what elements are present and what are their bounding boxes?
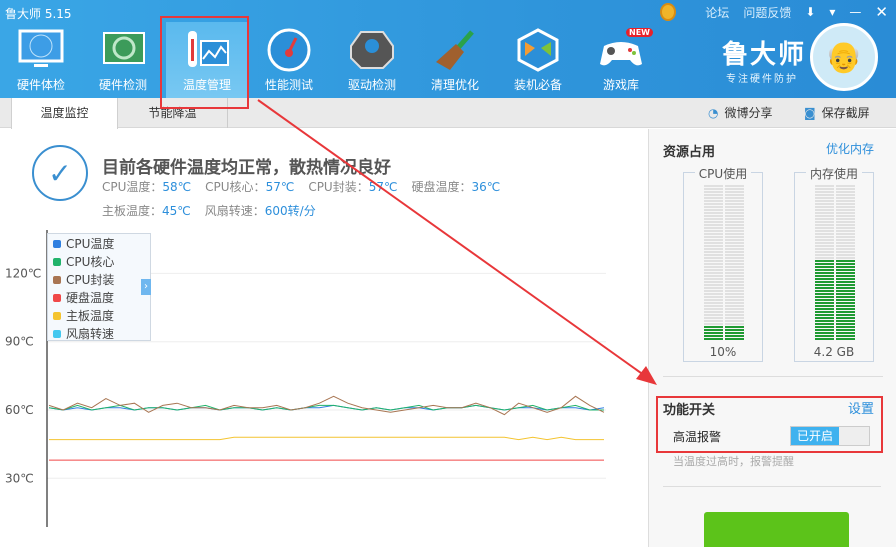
nav-driver[interactable]: 驱动检测	[331, 22, 413, 98]
nav-game-library[interactable]: NEW 游戏库	[580, 22, 662, 98]
gamepad-icon: NEW	[597, 28, 653, 72]
app-title: 鲁大师 5.15	[5, 7, 72, 21]
brand-name: 鲁大师	[722, 40, 807, 70]
weibo-icon: ◔	[708, 105, 719, 120]
nav-hardware-checkup[interactable]: 硬件体检	[0, 22, 82, 98]
legend-item[interactable]: CPU温度	[53, 236, 150, 254]
nav-label: 性能测试	[264, 78, 313, 92]
resources-title: 资源占用	[663, 145, 716, 160]
weibo-share-button[interactable]: ◔ 微博分享	[708, 104, 773, 121]
legend-item[interactable]: 硬盘温度	[53, 290, 150, 308]
cube-icon	[514, 28, 562, 72]
stat-cpu-temp: CPU温度：58℃	[102, 180, 192, 194]
camera-icon: ◙	[804, 105, 816, 120]
alarm-hint: 当温度过高时，报警提醒	[673, 455, 794, 468]
legend-swatch	[53, 294, 61, 302]
feedback-link[interactable]: 问题反馈	[743, 4, 791, 21]
legend-item[interactable]: 风扇转速	[53, 326, 150, 344]
stats-row-2: 主板温度：45℃ 风扇转速：600转/分	[102, 202, 316, 219]
brand-slogan: 专注硬件防护	[726, 74, 798, 85]
memory-usage-label: 内存使用	[805, 167, 862, 181]
stats-row-1: CPU温度：58℃ CPU核心：57℃ CPU封装：57℃ 硬盘温度：36℃	[102, 178, 500, 195]
cpu-usage-fill	[704, 324, 744, 340]
cpu-usage-meter: CPU使用 10%	[683, 167, 763, 362]
stat-fan-speed: 风扇转速：600转/分	[204, 204, 316, 218]
legend-swatch	[53, 258, 61, 266]
speedometer-icon	[265, 28, 313, 72]
legend-swatch	[53, 330, 61, 338]
stat-cpu-core: CPU核心：57℃	[205, 180, 295, 194]
graphics-card-icon	[99, 28, 147, 72]
broom-icon	[431, 28, 479, 72]
new-badge: NEW	[626, 28, 653, 37]
stat-board-temp: 主板温度：45℃	[102, 204, 191, 218]
chart-legend: CPU温度 CPU核心 CPU封装硬盘温度主板温度风扇转速	[47, 233, 151, 341]
divider	[663, 486, 881, 487]
title-bar: 鲁大师 5.15 论坛 问题反馈 ⬇ ▾ — ✕ 硬件体检 硬件检测 温度管理 …	[0, 0, 896, 98]
nav-label: 硬件检测	[98, 78, 147, 92]
nav-performance[interactable]: 性能测试	[248, 22, 330, 98]
series-line	[49, 436, 604, 441]
nav-essentials[interactable]: 装机必备	[497, 22, 579, 98]
highlight-box-alarm	[656, 396, 883, 453]
avatar[interactable]: 👴	[810, 23, 878, 91]
nav-cleanup[interactable]: 清理优化	[414, 22, 496, 98]
legend-collapse-button[interactable]: ›	[141, 279, 151, 295]
stat-disk-temp: 硬盘温度：36℃	[411, 180, 501, 194]
legend-swatch	[53, 240, 61, 248]
legend-label: 主板温度	[66, 309, 115, 323]
nav-label: 驱动检测	[347, 78, 396, 92]
cpu-usage-label: CPU使用	[694, 167, 752, 181]
y-tick-label: 30℃	[5, 471, 34, 485]
memory-usage-value: 4.2 GB	[813, 345, 855, 359]
legend-swatch	[53, 276, 61, 284]
weibo-share-label: 微博分享	[724, 106, 773, 120]
legend-label: CPU温度	[66, 237, 115, 251]
nav-label: 硬件体检	[16, 78, 65, 92]
memory-usage-fill	[815, 259, 855, 340]
green-action-button[interactable]	[704, 512, 849, 547]
side-panel: 资源占用 优化内存 CPU使用 10% 内存使用 4.2 GB 功能开关 设置 高温…	[648, 129, 896, 547]
medal-icon[interactable]	[660, 3, 676, 21]
cpu-usage-value: 10%	[709, 345, 737, 359]
minimize-button[interactable]: —	[849, 5, 861, 19]
status-headline: 目前各硬件温度均正常，散热情况良好	[102, 158, 391, 178]
sub-tab-bar: 温度监控 节能降温 ◔ 微博分享 ◙ 保存截屏	[0, 98, 896, 129]
close-button[interactable]: ✕	[875, 3, 888, 21]
nav-label: 装机必备	[513, 78, 562, 92]
monitor-radar-icon	[17, 28, 65, 72]
download-icon[interactable]: ⬇	[805, 5, 815, 19]
forum-link[interactable]: 论坛	[705, 4, 729, 21]
memory-usage-meter: 内存使用 4.2 GB	[794, 167, 874, 362]
nav-hardware-detect[interactable]: 硬件检测	[82, 22, 164, 98]
legend-swatch	[53, 312, 61, 320]
nav-label: 清理优化	[430, 78, 479, 92]
legend-label: CPU封装	[66, 273, 115, 287]
legend-item[interactable]: CPU封装	[53, 272, 150, 290]
legend-label: 硬盘温度	[66, 291, 115, 305]
divider	[663, 376, 883, 377]
stat-cpu-package: CPU封装：57℃	[308, 180, 398, 194]
menu-dropdown-icon[interactable]: ▾	[829, 5, 835, 19]
legend-label: CPU核心	[66, 255, 115, 269]
legend-item[interactable]: CPU核心	[53, 254, 150, 272]
y-tick-label: 90℃	[5, 335, 34, 349]
y-tick-label: 60℃	[5, 403, 34, 417]
legend-item[interactable]: 主板温度	[53, 308, 150, 326]
tab-temperature-monitor[interactable]: 温度监控	[11, 98, 118, 129]
optimize-memory-link[interactable]: 优化内存	[826, 140, 874, 157]
gear-box-icon	[348, 28, 396, 72]
save-screenshot-button[interactable]: ◙ 保存截屏	[804, 104, 870, 121]
check-icon: ✓	[32, 145, 88, 201]
nav-label: 游戏库	[602, 78, 639, 92]
y-tick-label: 120℃	[5, 266, 41, 280]
highlight-box-temperature	[160, 16, 249, 109]
legend-label: 风扇转速	[66, 327, 115, 341]
save-screenshot-label: 保存截屏	[821, 106, 870, 120]
